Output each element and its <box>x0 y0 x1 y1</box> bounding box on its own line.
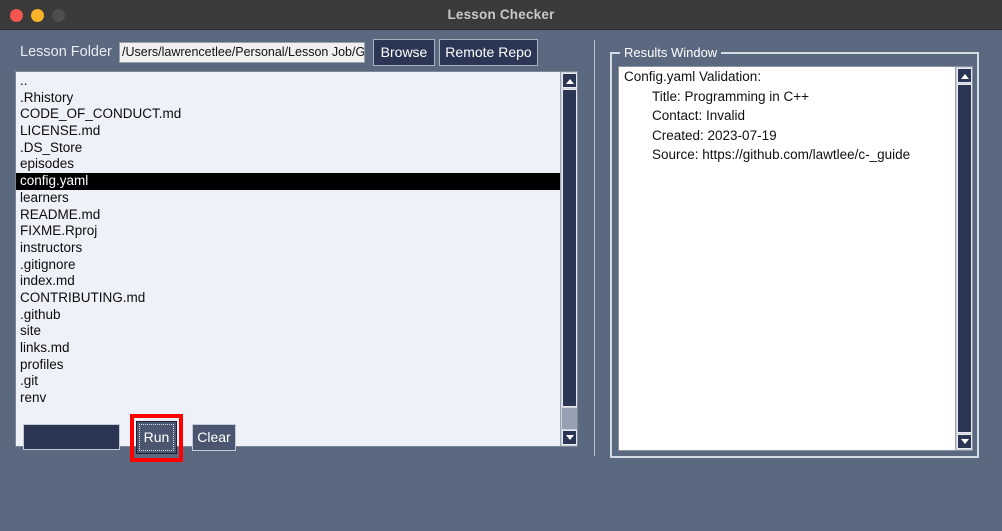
results-lines: Config.yaml Validation: Title: Programmin… <box>619 67 972 165</box>
file-list-item[interactable]: .. <box>16 73 561 90</box>
file-list-item[interactable]: CONTRIBUTING.md <box>16 290 561 307</box>
results-scroll-thumb[interactable] <box>957 84 972 433</box>
file-list-item[interactable]: instructors <box>16 240 561 257</box>
clear-button[interactable]: Clear <box>192 424 236 451</box>
window-title: Lesson Checker <box>447 7 555 22</box>
results-text-area[interactable]: Config.yaml Validation: Title: Programmin… <box>618 66 973 451</box>
unlabeled-button[interactable] <box>23 424 120 450</box>
file-list-item[interactable]: .Rhistory <box>16 90 561 107</box>
remote-repo-button[interactable]: Remote Repo <box>439 39 538 66</box>
file-list-item[interactable]: links.md <box>16 340 561 357</box>
triangle-up-icon <box>566 79 574 84</box>
triangle-down-icon <box>961 439 969 444</box>
file-listbox-items[interactable]: .. .Rhistory CODE_OF_CONDUCT.md LICENSE.md.… <box>16 72 561 446</box>
file-list-scrollbar[interactable] <box>560 72 577 446</box>
triangle-up-icon <box>961 74 969 79</box>
file-list-item[interactable]: CODE_OF_CONDUCT.md <box>16 106 561 123</box>
file-list-item[interactable]: config.yaml <box>16 173 561 190</box>
lesson-folder-path-input[interactable]: /Users/lawrencetlee/Personal/Lesson Job/… <box>119 42 365 63</box>
results-window-group: Results Window Config.yaml Validation: Ti… <box>610 45 979 458</box>
results-scrollbar[interactable] <box>955 67 972 450</box>
browse-button[interactable]: Browse <box>373 39 435 66</box>
file-list-item[interactable]: README.md <box>16 207 561 224</box>
file-list-item[interactable]: episodes <box>16 156 561 173</box>
file-list-item[interactable]: site <box>16 323 561 340</box>
file-list-item[interactable]: FIXME.Rproj <box>16 223 561 240</box>
results-line: Created: 2023-07-19 <box>652 127 777 143</box>
file-list-scroll-track[interactable] <box>562 408 577 429</box>
triangle-down-icon <box>566 435 574 440</box>
panel-divider <box>594 40 595 456</box>
results-scroll-up-icon[interactable] <box>957 68 972 83</box>
file-list-item[interactable]: .git <box>16 373 561 390</box>
file-list-item[interactable]: index.md <box>16 273 561 290</box>
file-list-item[interactable]: .github <box>16 307 561 324</box>
scroll-down-icon[interactable] <box>562 430 577 445</box>
results-scroll-down-icon[interactable] <box>957 434 972 449</box>
run-button[interactable]: Run <box>136 421 177 454</box>
file-list-item[interactable]: .DS_Store <box>16 140 561 157</box>
results-line: Source: https://github.com/lawtlee/c-_gu… <box>652 147 911 162</box>
results-line: Config.yaml Validation: <box>624 69 762 84</box>
file-list-item[interactable]: .gitignore <box>16 257 561 274</box>
results-line: Contact: Invalid <box>652 108 746 123</box>
file-list-item[interactable]: learners <box>16 190 561 207</box>
file-list-scroll-thumb[interactable] <box>562 89 577 407</box>
file-list-item[interactable]: LICENSE.md <box>16 123 561 140</box>
results-line: Title: Programming in C++ <box>652 88 810 104</box>
file-listbox[interactable]: .. .Rhistory CODE_OF_CONDUCT.md LICENSE.md.… <box>15 71 578 447</box>
lesson-folder-label: Lesson Folder <box>20 44 112 60</box>
title-bar: Lesson Checker <box>0 0 1002 30</box>
results-window-label: Results Window <box>620 45 722 60</box>
scroll-up-icon[interactable] <box>562 73 577 88</box>
main-content: Lesson Folder /Users/lawrencetlee/Person… <box>0 30 1002 531</box>
file-list-item[interactable]: profiles <box>16 357 561 374</box>
run-button-label: Run <box>143 429 170 445</box>
file-list-item[interactable]: renv <box>16 390 561 407</box>
app-window: Lesson Checker Lesson Folder /Users/lawr… <box>0 0 1002 531</box>
